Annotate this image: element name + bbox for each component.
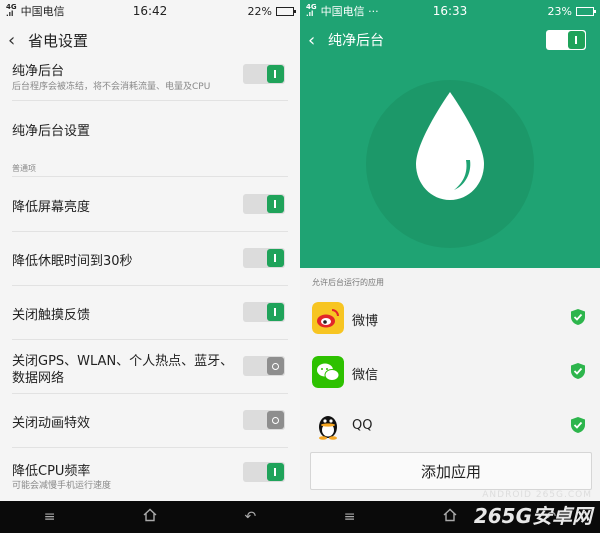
pure-background-title: 纯净后台	[12, 64, 65, 79]
home-icon[interactable]	[443, 508, 457, 526]
app-row-weibo[interactable]: 微博	[300, 290, 600, 344]
app-name-wechat: 微信	[352, 368, 379, 383]
shield-check-icon	[571, 363, 585, 379]
cpu-row[interactable]: 降低CPU频率 可能会减慢手机运行速度	[0, 447, 300, 501]
app-name-weibo: 微博	[352, 314, 379, 329]
app-row-wechat[interactable]: 微信	[300, 344, 600, 398]
animation-title: 关闭动画特效	[12, 416, 91, 431]
wechat-icon	[312, 356, 344, 388]
power-saving-screen: 4G .ıl 中国电信 16:42 22% ‹ 省电设置 纯净后台 后台程序会被冻…	[0, 0, 300, 533]
battery-percent: 22%	[247, 4, 272, 18]
app-name-qq: QQ	[352, 418, 373, 433]
status-bar: 4G .ıl 中国电信 ··· 16:33 23%	[300, 0, 600, 22]
status-bar: 4G .ıl 中国电信 16:42 22%	[0, 0, 300, 22]
animation-row[interactable]: 关闭动画特效	[0, 393, 300, 447]
pure-background-row[interactable]: 纯净后台 后台程序会被冻结，将不会消耗流量、电量及CPU	[0, 58, 300, 98]
menu-icon[interactable]: ≡	[44, 509, 56, 525]
pure-background-toggle[interactable]	[546, 30, 586, 50]
cpu-subtitle: 可能会减慢手机运行速度	[12, 481, 112, 491]
shield-check-icon	[571, 309, 585, 325]
pure-background-toggle[interactable]	[243, 64, 285, 84]
section-header-general: 普通项	[12, 164, 36, 173]
back-button[interactable]: ‹	[308, 30, 328, 51]
page-title: 省电设置	[28, 31, 89, 50]
animation-toggle[interactable]	[243, 410, 285, 430]
shield-check-icon	[571, 417, 585, 433]
cpu-title: 降低CPU频率	[12, 464, 91, 479]
haptic-feedback-title: 关闭触摸反馈	[12, 308, 91, 323]
pure-background-subtitle: 后台程序会被冻结，将不会消耗流量、电量及CPU	[12, 82, 211, 92]
add-app-button[interactable]: 添加应用	[310, 452, 592, 490]
radios-row[interactable]: 关闭GPS、WLAN、个人热点、蓝牙、 数据网络	[0, 339, 300, 393]
lower-brightness-toggle[interactable]	[243, 194, 285, 214]
pure-background-screen: 4G .ıl 中国电信 ··· 16:33 23% ‹ 纯净后台 允许后台运行的应…	[300, 0, 600, 533]
watermark-line2: 265G安卓网	[473, 504, 592, 528]
back-nav-icon[interactable]: ↶	[244, 509, 256, 525]
watermark-line1: ANDROID 265G.COM	[482, 490, 592, 500]
radios-title-line2: 数据网络	[12, 371, 65, 386]
radios-toggle[interactable]	[243, 356, 285, 376]
home-icon[interactable]	[143, 508, 157, 526]
allowed-apps-label: 允许后台运行的应用	[312, 278, 384, 287]
battery-icon	[276, 6, 296, 16]
app-row-qq[interactable]: QQ	[300, 398, 600, 452]
weibo-icon	[312, 302, 344, 334]
menu-icon[interactable]: ≡	[344, 509, 356, 525]
cpu-toggle[interactable]	[243, 462, 285, 482]
lower-brightness-row[interactable]: 降低屏幕亮度	[0, 177, 300, 231]
pure-background-settings-title: 纯净后台设置	[12, 124, 91, 139]
haptic-feedback-row[interactable]: 关闭触摸反馈	[0, 285, 300, 339]
page-title: 纯净后台	[328, 33, 384, 49]
sleep-30s-row[interactable]: 降低休眠时间到30秒	[0, 231, 300, 285]
nav-bar: ≡ ↶	[0, 501, 300, 533]
lower-brightness-title: 降低屏幕亮度	[12, 200, 91, 215]
haptic-feedback-toggle[interactable]	[243, 302, 285, 322]
watermark: ANDROID 265G.COM 265G安卓网	[474, 490, 592, 529]
battery-percent: 23%	[547, 4, 572, 18]
pure-background-settings-row[interactable]: 纯净后台设置	[0, 100, 300, 156]
battery-icon	[576, 6, 596, 16]
water-drop-icon	[416, 92, 484, 200]
sleep-30s-title: 降低休眠时间到30秒	[12, 254, 133, 269]
back-button[interactable]: ‹	[8, 30, 28, 51]
hero-banner: ‹ 纯净后台	[300, 22, 600, 268]
sleep-30s-toggle[interactable]	[243, 248, 285, 268]
header: ‹ 省电设置	[0, 22, 300, 58]
qq-icon	[319, 416, 337, 440]
